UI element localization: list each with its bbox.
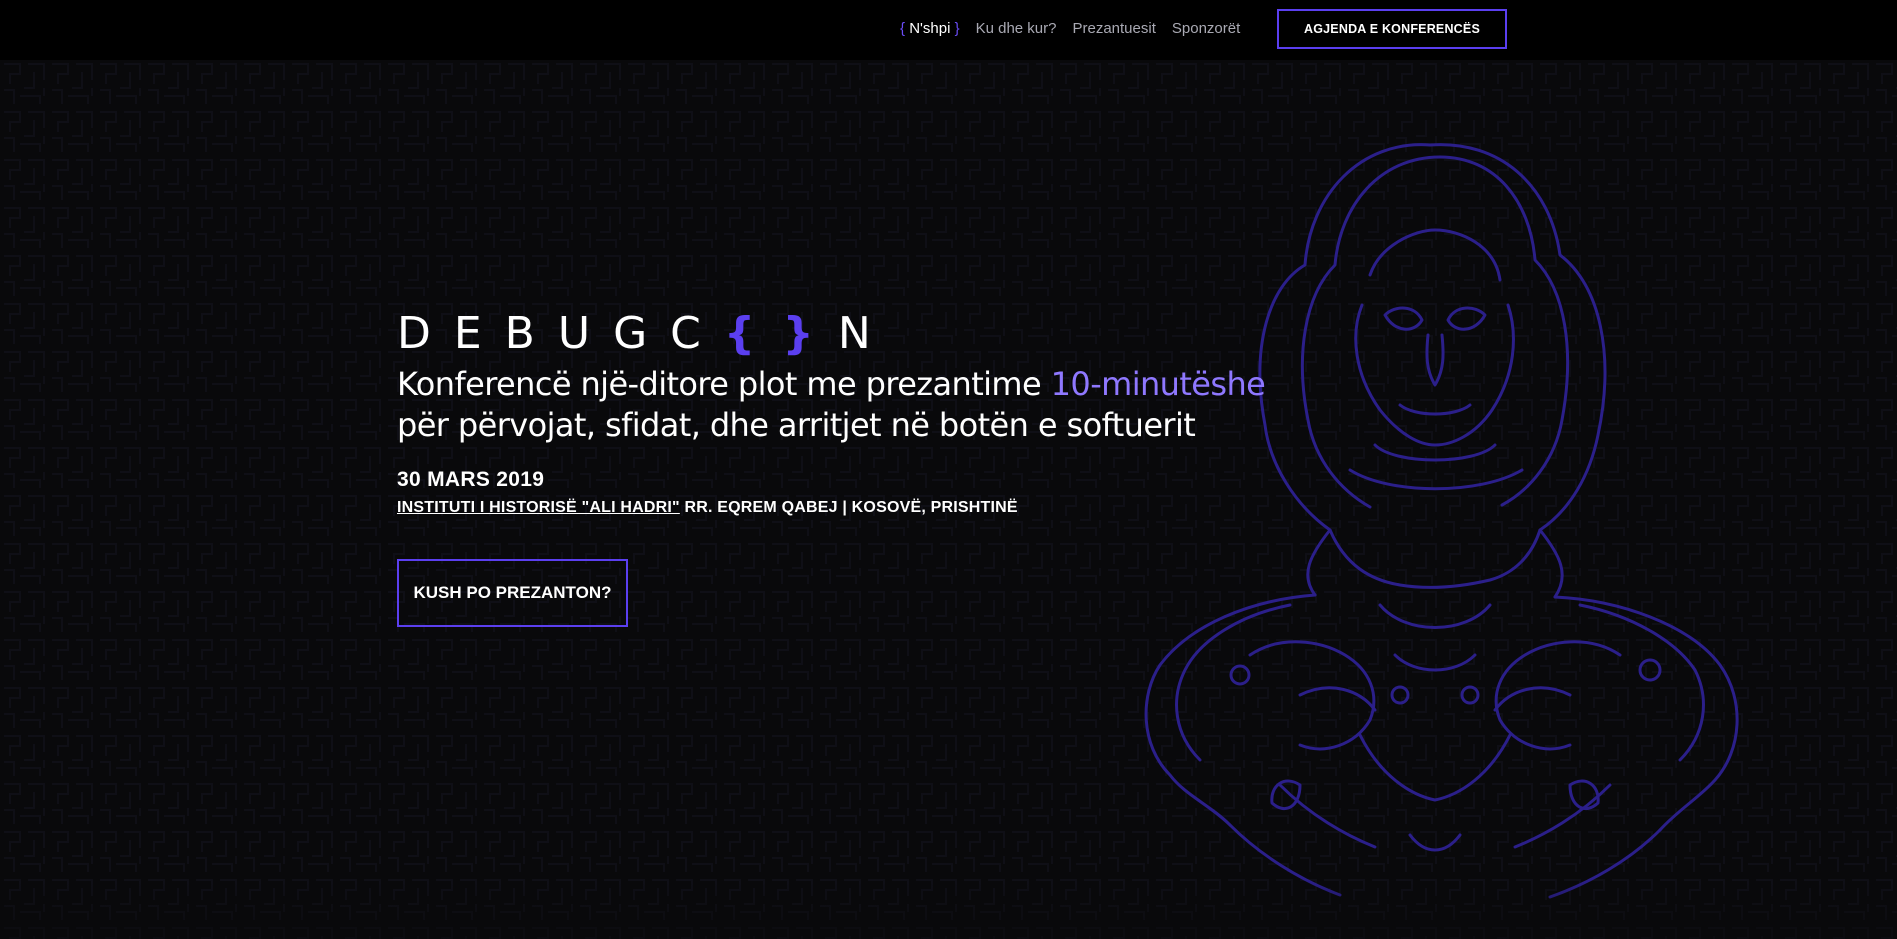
agenda-button[interactable]: AGJENDA E KONFERENCËS bbox=[1277, 9, 1507, 49]
logo-suffix: N bbox=[837, 308, 894, 359]
venue-link[interactable]: INSTITUTI I HISTORISË "ALI HADRI" bbox=[397, 499, 680, 516]
conference-tagline: Konferencë një-ditore plot me prezantime… bbox=[397, 364, 1297, 446]
tagline-accent: 10-minutëshe bbox=[1050, 365, 1266, 403]
nav-item-home-label: N'shpi bbox=[909, 20, 951, 37]
logo-prefix: DEBUGC bbox=[397, 308, 724, 359]
logo-braces: { } bbox=[723, 308, 820, 359]
venue-address: RR. EQREM QABEJ | KOSOVË, PRISHTINË bbox=[679, 499, 1018, 516]
nav-item-sponsors[interactable]: Sponzorët bbox=[1172, 20, 1240, 37]
nav-close-brace: } bbox=[954, 20, 960, 37]
nav-item-home[interactable]: { N'shpi } bbox=[900, 20, 960, 37]
bottom-fade bbox=[0, 879, 1897, 939]
nav-links: { N'shpi } Ku dhe kur? Prezantuesit Spon… bbox=[900, 20, 1240, 37]
event-date: 30 MARS 2019 bbox=[397, 468, 545, 491]
nav-open-brace: { bbox=[900, 20, 906, 37]
tagline-before: Konferencë një-ditore plot me prezantime bbox=[397, 365, 1051, 403]
top-navigation: { N'shpi } Ku dhe kur? Prezantuesit Spon… bbox=[0, 0, 1897, 60]
event-location: INSTITUTI I HISTORISË "ALI HADRI" RR. EQ… bbox=[397, 499, 1018, 517]
nav-item-where-when[interactable]: Ku dhe kur? bbox=[976, 20, 1057, 37]
nav-item-presenters[interactable]: Prezantuesit bbox=[1072, 20, 1155, 37]
debugcon-logo: DEBUGC{ } N bbox=[397, 310, 894, 358]
landing-page: { N'shpi } Ku dhe kur? Prezantuesit Spon… bbox=[0, 0, 1897, 939]
line-art-figure-illustration bbox=[1144, 143, 1739, 899]
who-is-presenting-button[interactable]: KUSH PO PREZANTON? bbox=[397, 559, 628, 627]
tagline-after: për përvojat, sfidat, dhe arritjet në bo… bbox=[397, 406, 1196, 444]
